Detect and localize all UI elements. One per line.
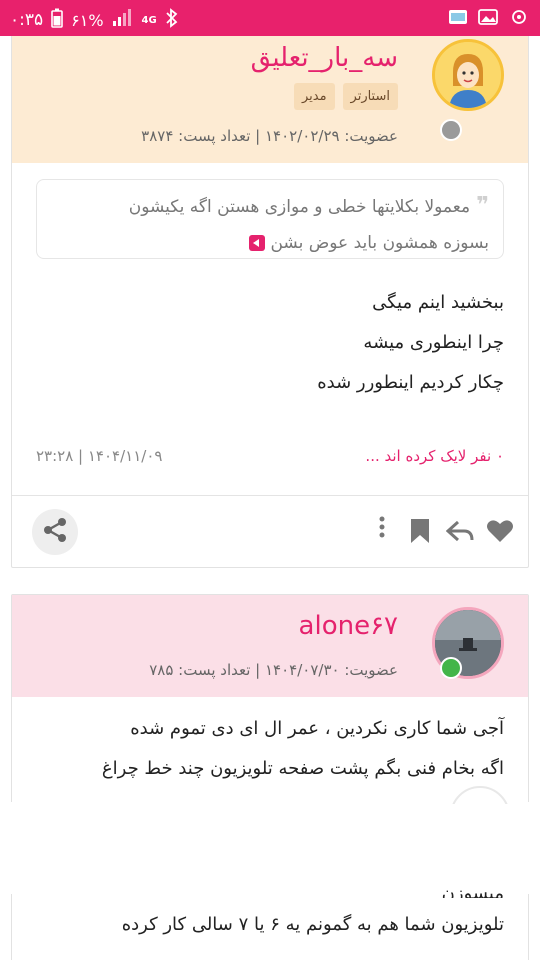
body-line: میسوزن bbox=[441, 884, 504, 898]
status-dot bbox=[440, 119, 462, 141]
username[interactable]: سه_بار_تعلیق bbox=[251, 43, 398, 73]
vpn-icon bbox=[508, 8, 530, 30]
badge-admin: مدیر bbox=[293, 83, 335, 110]
body-line: چرا اینطوری میشه bbox=[363, 332, 504, 353]
divider bbox=[12, 495, 528, 496]
quote-line-1: معمولا بکلایتها خطی و موازی هستن اگه یکی… bbox=[128, 197, 471, 217]
post-card: سه_بار_تعلیق استارتر مدیر عضویت: ۱۴۰۲/۰۲… bbox=[11, 36, 529, 568]
quote-line-2: بسوزه همشون باید عوض بشن bbox=[270, 233, 489, 253]
floating-button[interactable] bbox=[450, 786, 510, 804]
post-header: سه_بار_تعلیق استارتر مدیر عضویت: ۱۴۰۲/۰۲… bbox=[12, 36, 528, 163]
post-body: ببخشید اینم میگی چرا اینطوری میشه چکار ک… bbox=[317, 283, 504, 403]
thread-page: سه_بار_تعلیق استارتر مدیر عضویت: ۱۴۰۲/۰۲… bbox=[0, 36, 540, 960]
gallery-icon bbox=[478, 9, 498, 29]
post-card: alone۶۷ عضویت: ۱۴۰۴/۰۷/۳۰ | تعداد پست: ۷… bbox=[11, 594, 529, 960]
bookmark-icon[interactable] bbox=[400, 511, 440, 551]
time-text: ۰:۳۵ bbox=[10, 10, 44, 30]
post-header: alone۶۷ عضویت: ۱۴۰۴/۰۷/۳۰ | تعداد پست: ۷… bbox=[12, 595, 528, 697]
user-meta: عضویت: ۱۴۰۴/۰۷/۳۰ | تعداد پست: ۷۸۵ bbox=[149, 661, 398, 679]
body-line: ببخشید اینم میگی bbox=[372, 292, 504, 313]
more-icon[interactable] bbox=[362, 507, 402, 547]
status-bar: ۰:۳۵ ۶۱% 4G bbox=[0, 0, 540, 36]
username[interactable]: alone۶۷ bbox=[299, 611, 398, 641]
like-icon[interactable] bbox=[480, 511, 520, 551]
user-badges: استارتر مدیر bbox=[293, 83, 398, 110]
body-line: آجی شما کاری نکردین ، عمر ال ای دی تموم … bbox=[130, 718, 504, 739]
share-button[interactable] bbox=[32, 509, 78, 555]
user-meta: عضویت: ۱۴۰۲/۰۲/۲۹ | تعداد پست: ۳۸۷۴ bbox=[141, 127, 398, 145]
signal-icon bbox=[112, 9, 134, 31]
battery-icon bbox=[51, 8, 63, 32]
user-avatar[interactable] bbox=[432, 39, 504, 111]
badge-starter: استارتر bbox=[342, 83, 398, 110]
quote-block[interactable]: ❞معمولا بکلایتها خطی و موازی هستن اگه یک… bbox=[36, 179, 504, 259]
reply-icon[interactable] bbox=[440, 511, 480, 551]
quote-icon: ❞ bbox=[476, 193, 489, 218]
post-body: آجی شما کاری نکردین ، عمر ال ای دی تموم … bbox=[102, 709, 504, 789]
post-date: ۱۴۰۴/۱۱/۰۹ | ۲۳:۲۸ bbox=[36, 447, 163, 465]
bluetooth-icon bbox=[165, 8, 179, 32]
share-icon bbox=[42, 517, 68, 547]
overlay-panel bbox=[0, 786, 540, 894]
online-dot bbox=[440, 657, 462, 679]
body-line: تلویزیون شما هم به گمونم یه ۶ یا ۷ سالی … bbox=[121, 914, 504, 935]
body-line: اگه بخام فنی بگم پشت صفحه تلویزیون چند خ… bbox=[101, 758, 504, 779]
battery-percent: ۶۱% bbox=[71, 10, 104, 30]
likes-count[interactable]: ۰ نفر لایک کرده اند ... bbox=[365, 447, 504, 465]
post-actions bbox=[12, 501, 528, 561]
photo-icon bbox=[448, 9, 468, 29]
body-line: چکار کردیم اینطورر شده bbox=[317, 372, 504, 393]
network-4g-icon: 4G bbox=[141, 14, 157, 26]
quote-link-icon[interactable] bbox=[249, 235, 266, 251]
